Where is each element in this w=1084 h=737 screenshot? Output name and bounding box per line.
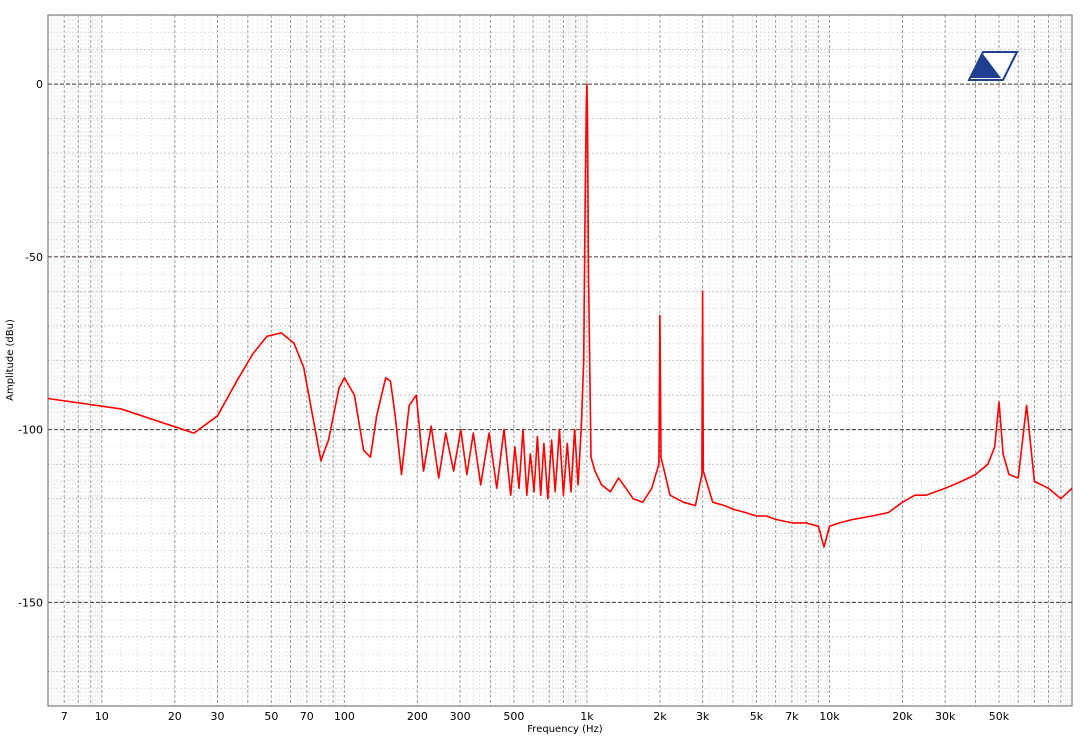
x-tick-label: 200 [407,710,428,723]
y-axis-label: Amplitude (dBu) [5,319,16,401]
x-tick-label: 7k [785,710,799,723]
x-tick-label: 5k [750,710,764,723]
x-tick-label: 1k [580,710,594,723]
x-tick-label: 500 [503,710,524,723]
y-tick-label: -100 [18,424,43,437]
audio-analyzer-logo [967,51,1019,81]
x-tick-label: 30k [935,710,956,723]
x-tick-label: 7 [61,710,68,723]
y-tick-label: 0 [36,78,43,91]
x-tick-label: 20k [892,710,913,723]
grid [47,14,1073,707]
y-tick-label: -150 [18,596,43,609]
x-tick-label: 30 [211,710,225,723]
spectrum-series-line [47,83,1073,548]
x-tick-label: 300 [450,710,471,723]
series-layer [47,83,1073,548]
x-tick-labels: 7 10 20 30 50 70 100 200 300 500 1k 2k 3k 5k 7k 10k 20k 3… [61,710,1010,723]
x-tick-label: 10 [95,710,109,723]
spectrum-chart: 7 10 20 30 50 70 100 200 300 500 1k 2k 3k 5k 7k 10k 20k 3… [5,14,1073,735]
x-tick-label: 50 [264,710,278,723]
x-tick-label: 10k [819,710,840,723]
x-axis-label: Frequency (Hz) [527,724,603,735]
x-tick-label: 70 [300,710,314,723]
x-tick-label: 50k [989,710,1010,723]
x-tick-label: 3k [696,710,710,723]
x-tick-label: 2k [653,710,667,723]
y-tick-labels: 0 -50 -100 -150 [18,78,43,609]
x-tick-label: 20 [168,710,182,723]
y-tick-label: -50 [25,251,43,264]
x-tick-label: 100 [334,710,355,723]
